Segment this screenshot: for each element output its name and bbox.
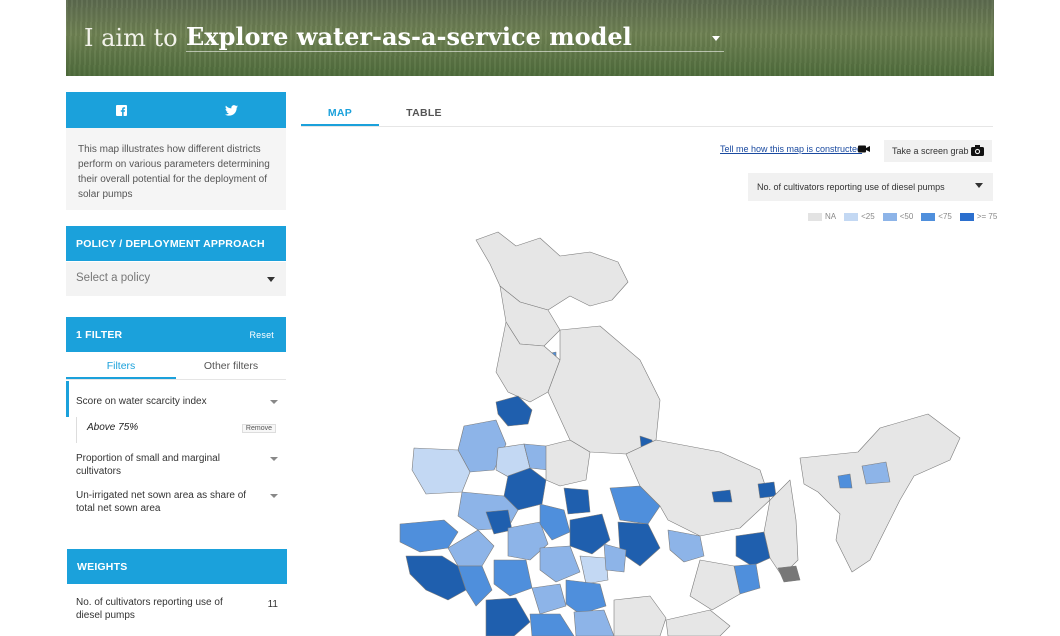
map-region [861,461,891,485]
goal-dropdown[interactable]: Explore water-as-a-service model [186,22,724,52]
map-region [493,559,533,597]
policy-select[interactable]: Select a policy [66,262,286,296]
intro-description: This map illustrates how different distr… [66,128,286,210]
policy-title: POLICY / DEPLOYMENT APPROACH [76,237,265,250]
aim-lead-text: I aim to [84,24,178,52]
filter-item-label: Proportion of small and marginal cultiva… [76,453,220,477]
chevron-down-icon [270,494,278,498]
screen-grab-button[interactable]: Take a screen grab [884,140,992,162]
goal-dropdown-value: Explore water-as-a-service model [186,22,632,51]
map-region [485,597,531,636]
map-region [565,579,607,615]
policy-select-placeholder: Select a policy [76,272,151,284]
map-region [573,609,615,636]
legend-label: NA [825,212,837,221]
map-region [777,565,801,583]
map-region [799,413,961,573]
legend-swatch [882,212,897,221]
legend-item: <75 [921,212,952,221]
reset-filters-button[interactable]: Reset [249,330,274,340]
parameter-select-value: No. of cultivators reporting use of dies… [757,182,945,192]
filter-tabs: Filters Other filters [66,352,286,380]
chevron-down-icon [267,277,275,282]
view-tabs: MAP TABLE [301,100,993,127]
legend-swatch [921,212,936,221]
weight-row[interactable]: No. of cultivators reporting use of dies… [66,592,286,626]
tab-other-filters[interactable]: Other filters [176,352,286,379]
filter-item-small-marginal[interactable]: Proportion of small and marginal cultiva… [66,443,286,484]
map-region [711,489,733,503]
screen-grab-label: Take a screen grab [892,146,969,156]
map-region [547,325,661,455]
policy-panel-header: POLICY / DEPLOYMENT APPROACH [66,226,286,261]
filter-title: 1 FILTER [76,328,123,341]
weights-panel-header: WEIGHTS [67,549,287,584]
map-region [531,583,567,615]
map-region [475,231,629,311]
legend-swatch [959,212,974,221]
parameter-select[interactable]: No. of cultivators reporting use of dies… [748,173,993,201]
tab-map[interactable]: MAP [301,100,379,126]
facebook-share-button[interactable] [66,92,176,128]
filter-item-label: Un-irrigated net sown area as share of t… [76,490,247,514]
legend-label: <50 [899,212,914,221]
chevron-down-icon [270,457,278,461]
map-legend: NA <25 <50 <75 >= 75 [808,212,997,221]
filter-item-unirrigated[interactable]: Un-irrigated net sown area as share of t… [66,484,286,522]
filter-panel-header: 1 FILTER Reset [66,317,286,352]
legend-swatch [808,212,822,221]
legend-label: >= 75 [976,212,998,221]
map-region [757,481,777,499]
map-region [569,513,611,555]
map-region [563,487,591,515]
filter-value-row: Above 75% Remove [76,417,286,443]
weight-label: No. of cultivators reporting use of dies… [76,597,223,621]
map-region [689,559,741,611]
filter-item-label: Score on water scarcity index [76,396,207,407]
legend-item: >= 75 [959,212,998,221]
map-construction-link[interactable]: Tell me how this map is constructed [720,144,862,154]
district-choropleth-map[interactable] [380,226,970,636]
facebook-icon [115,104,127,116]
map-region [837,473,853,489]
map-region [613,595,667,636]
twitter-share-button[interactable] [176,92,286,128]
filter-item-water-scarcity[interactable]: Score on water scarcity index [66,381,286,417]
filter-list: Score on water scarcity index Above 75% … [66,381,286,522]
map-region [529,613,575,636]
camera-icon [971,145,984,156]
remove-filter-button[interactable]: Remove [241,424,276,433]
chevron-down-icon [975,183,983,188]
legend-item: <25 [844,212,875,221]
legend-item: NA [808,212,836,221]
map-region [539,545,581,583]
chevron-down-icon [270,400,278,404]
tab-table[interactable]: TABLE [379,100,469,126]
weight-value: 11 [267,599,278,610]
header-banner: I aim to Explore water-as-a-service mode… [66,0,994,76]
legend-item: <50 [882,212,914,221]
video-camera-icon [858,145,870,153]
legend-swatch [844,212,859,221]
map-region [665,609,731,636]
legend-label: <25 [861,212,875,221]
filter-value: Above 75% [87,422,139,433]
map-region [579,555,609,585]
weights-title: WEIGHTS [77,560,128,573]
chevron-down-icon [712,36,720,41]
tab-filters[interactable]: Filters [66,352,176,379]
legend-label: <75 [938,212,952,221]
share-bar [66,92,286,128]
twitter-icon [224,104,238,116]
